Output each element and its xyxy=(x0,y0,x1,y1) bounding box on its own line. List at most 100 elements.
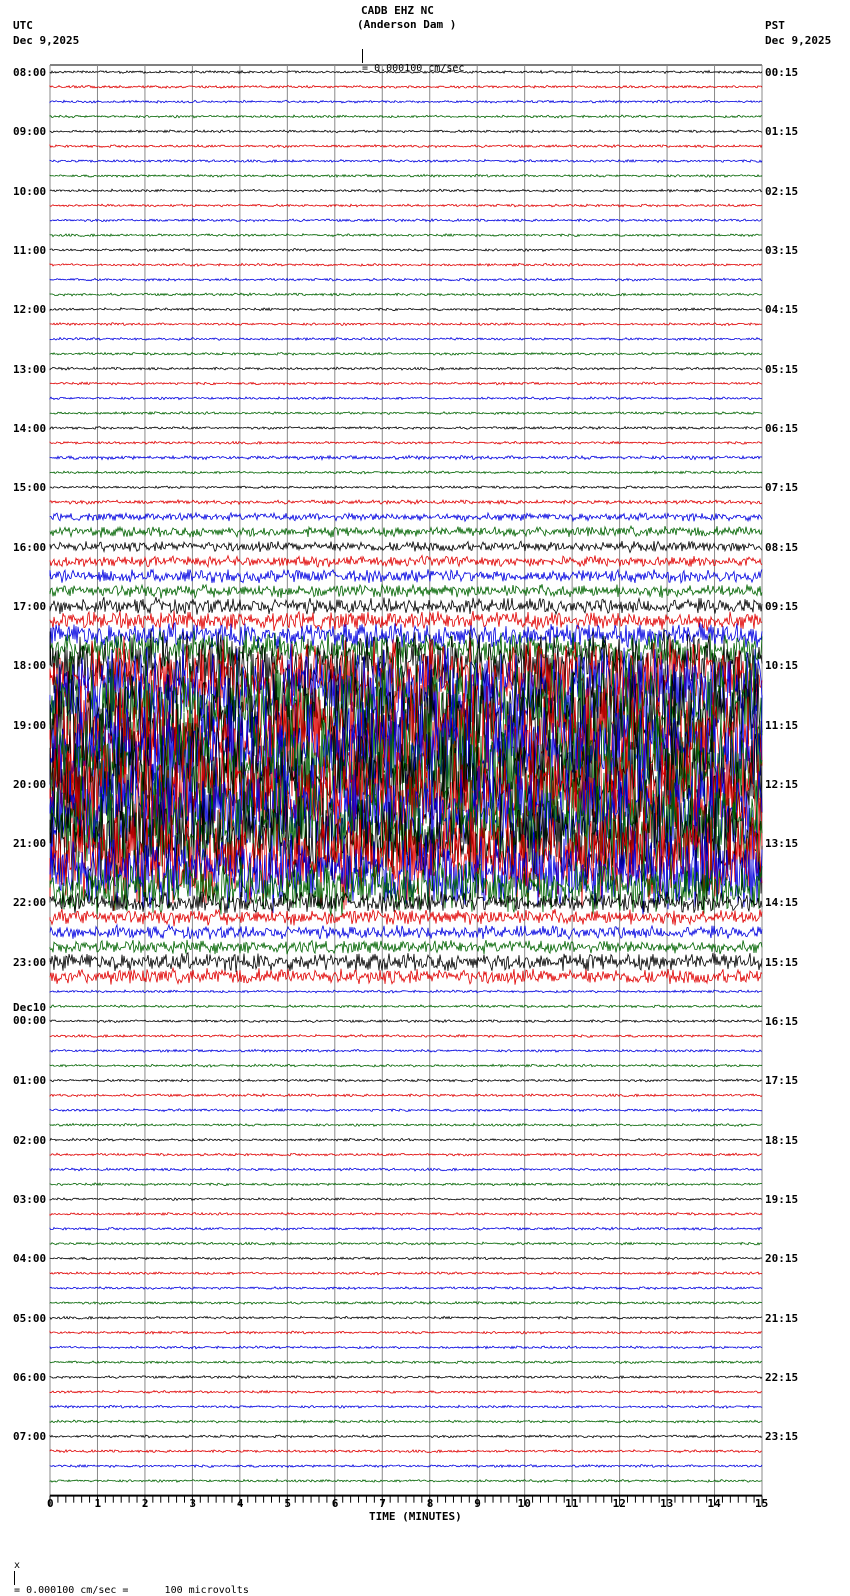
pst-hour-label: 03:15 xyxy=(765,243,799,257)
seismic-trace xyxy=(49,232,762,238)
seismic-trace xyxy=(49,1063,763,1068)
x-tick-label: 4 xyxy=(236,1497,244,1510)
seismic-trace xyxy=(49,966,763,986)
seismic-trace xyxy=(49,307,763,312)
utc-hour-label: 08:00 xyxy=(13,66,47,79)
pst-hour-label: 01:15 xyxy=(765,125,799,139)
seismic-trace xyxy=(49,158,763,164)
seismic-trace xyxy=(49,470,763,475)
x-tick-label: 11 xyxy=(565,1497,579,1510)
seismic-trace xyxy=(49,596,763,616)
utc-hour-label: 04:00 xyxy=(13,1252,47,1266)
seismic-trace xyxy=(49,203,763,208)
seismic-trace xyxy=(49,540,763,554)
utc-hour-label: 16:00 xyxy=(13,540,47,554)
seismic-trace xyxy=(49,247,763,253)
seismic-trace xyxy=(49,568,763,584)
x-tick-label: 9 xyxy=(474,1497,481,1510)
seismic-trace xyxy=(49,84,763,89)
seismic-trace xyxy=(49,1478,762,1484)
utc-hour-label: 07:00 xyxy=(13,1430,47,1444)
seismic-trace xyxy=(49,114,763,119)
pst-hour-label: 06:15 xyxy=(765,421,799,435)
pst-hour-label: 15:15 xyxy=(765,955,799,969)
pst-hour-label: 12:15 xyxy=(765,777,799,791)
seismic-trace xyxy=(49,1300,763,1306)
x-tick-label: 8 xyxy=(426,1497,434,1510)
seismic-trace xyxy=(49,952,763,973)
x-tick-label: 0 xyxy=(47,1497,54,1510)
pst-hour-label: 04:15 xyxy=(765,303,799,317)
utc-hour-label: 17:00 xyxy=(13,599,47,613)
seismic-trace xyxy=(49,1345,763,1350)
seismic-trace xyxy=(49,485,763,490)
utc-hour-label: 14:00 xyxy=(13,421,47,435)
seismic-trace xyxy=(49,1137,763,1143)
seismic-trace xyxy=(49,1033,763,1039)
seismic-trace xyxy=(49,1389,763,1395)
pst-hour-label: 20:15 xyxy=(765,1252,799,1266)
seismic-trace xyxy=(49,292,762,297)
seismic-trace xyxy=(49,525,763,539)
seismic-trace xyxy=(49,583,763,600)
pst-hour-label: 10:15 xyxy=(765,659,799,673)
seismic-trace xyxy=(49,610,763,631)
seismic-trace xyxy=(49,1167,763,1172)
seismic-trace xyxy=(49,262,762,268)
x-tick-label: 6 xyxy=(331,1497,339,1510)
x-tick-label: 1 xyxy=(94,1497,102,1510)
seismic-trace xyxy=(49,1315,763,1320)
seismic-trace xyxy=(49,1285,763,1291)
pst-hour-label: 22:15 xyxy=(765,1371,799,1385)
pst-hour-label: 08:15 xyxy=(765,540,799,554)
seismic-trace xyxy=(49,1196,763,1202)
seismic-trace xyxy=(49,129,763,134)
seismic-trace xyxy=(49,1463,763,1469)
seismic-trace xyxy=(49,498,763,506)
utc-hour-label: 22:00 xyxy=(13,896,47,910)
seismic-trace xyxy=(49,1182,763,1187)
seismic-trace xyxy=(49,1434,763,1439)
pst-hour-label: 02:15 xyxy=(765,184,799,198)
seismic-trace xyxy=(49,218,763,223)
seismic-trace xyxy=(49,989,763,994)
seismic-trace xyxy=(49,425,763,431)
seismic-trace xyxy=(49,1330,763,1335)
pst-hour-label: 11:15 xyxy=(765,718,799,732)
seismic-trace xyxy=(49,1256,763,1261)
seismic-trace xyxy=(49,277,762,282)
utc-hour-label: 06:00 xyxy=(13,1371,47,1385)
seismic-trace xyxy=(49,1048,763,1054)
pst-hour-label: 07:15 xyxy=(765,481,799,495)
x-tick-label: 14 xyxy=(707,1497,721,1510)
seismic-trace xyxy=(49,336,763,342)
seismic-trace xyxy=(49,69,763,75)
x-tick-label: 13 xyxy=(660,1497,674,1510)
seismic-trace xyxy=(49,1018,763,1024)
seismic-trace xyxy=(49,1359,763,1365)
pst-hour-label: 16:15 xyxy=(765,1015,799,1029)
seismic-trace xyxy=(49,1078,763,1083)
utc-hour-label: 23:00 xyxy=(13,955,47,969)
utc-hour-label: 20:00 xyxy=(13,777,47,791)
pst-hour-label: 05:15 xyxy=(765,362,799,376)
seismic-trace xyxy=(49,1107,763,1113)
seismic-trace xyxy=(49,143,763,149)
seismic-trace xyxy=(49,1241,763,1246)
seismic-trace xyxy=(49,1211,763,1217)
pst-hour-label: 00:15 xyxy=(765,66,799,79)
seismic-trace xyxy=(49,1404,763,1409)
pst-hour-label: 13:15 xyxy=(765,837,799,851)
utc-hour-label: 02:00 xyxy=(13,1133,47,1147)
utc-hour-label: 18:00 xyxy=(13,659,47,673)
x-tick-label: 5 xyxy=(284,1497,291,1510)
pst-hour-label: 19:15 xyxy=(765,1193,799,1207)
x-tick-label: 10 xyxy=(517,1497,531,1510)
utc-hour-label: 13:00 xyxy=(13,362,47,376)
seismic-trace xyxy=(49,454,763,461)
seismic-trace xyxy=(49,923,763,941)
seismic-trace xyxy=(49,1374,763,1380)
helicorder-plot xyxy=(49,64,763,1506)
utc-hour-label: Dec10 00:00 xyxy=(13,1001,47,1028)
seismic-trace xyxy=(49,939,763,955)
